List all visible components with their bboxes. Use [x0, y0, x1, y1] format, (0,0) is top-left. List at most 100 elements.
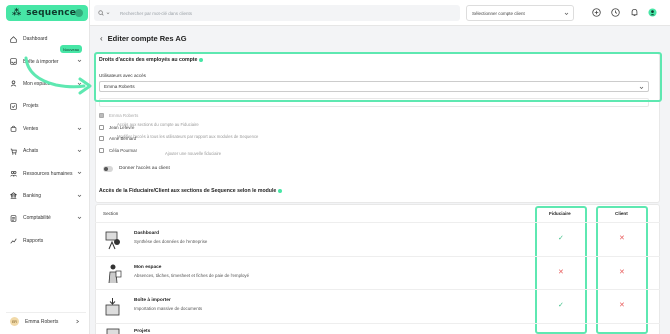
sidebar-item-banking[interactable]: Banking — [6, 185, 86, 207]
logo-badge-icon — [75, 9, 83, 17]
boite-illustration-icon — [105, 298, 120, 316]
sidebar: ⁂ sequence Dashboard Boîte à importer Mo… — [0, 0, 90, 334]
user-option[interactable]: Anne Bernard — [99, 133, 199, 145]
page-header: ‹ Editer compte Res AG — [100, 34, 187, 43]
users-dropdown: Emma Roberts Jean Lefevre Anne Bernard C… — [99, 110, 199, 160]
sidebar-item-ventes[interactable]: Ventes — [6, 118, 86, 140]
dashboard-illustration-icon — [105, 231, 120, 250]
main-content: ‹ Editer compte Res AG Droits d'accès de… — [90, 26, 670, 334]
users-icon — [10, 170, 17, 177]
checkbox[interactable] — [99, 148, 104, 154]
chevron-down-icon — [77, 82, 82, 85]
cross-icon[interactable]: ✕ — [619, 235, 625, 242]
user-name: Emma Roberts — [25, 318, 59, 325]
back-arrow-icon[interactable]: ‹ — [100, 34, 103, 43]
users-with-access-select[interactable]: Emma Roberts — [99, 81, 649, 92]
home-icon — [10, 35, 17, 43]
client-access-toggle[interactable] — [103, 166, 113, 172]
sidebar-item-achats[interactable]: Achats — [6, 140, 86, 162]
cross-icon[interactable]: ✕ — [558, 269, 564, 276]
add-circle-icon[interactable] — [592, 8, 601, 17]
table-row: Mon espace Absences, tâches, timesheet e… — [95, 255, 660, 290]
sidebar-item-label: Boîte à importer — [23, 58, 59, 65]
sidebar-item-label: Projets — [23, 103, 39, 110]
checkbox[interactable] — [99, 136, 104, 142]
check-icon[interactable]: ✓ — [558, 302, 564, 309]
logo-mark: ⁂ — [12, 8, 22, 18]
check-square-icon — [10, 103, 17, 110]
row-subtitle: Absences, tâches, timesheet et fiches de… — [134, 272, 250, 278]
row-title: Projets — [134, 328, 151, 334]
clock-icon[interactable] — [611, 8, 620, 17]
sidebar-item-label: Ventes — [23, 125, 39, 132]
chevron-right-icon — [76, 319, 80, 324]
chevron-down-icon — [77, 194, 82, 197]
sidebar-item-boite-a-importer[interactable]: Boîte à importer — [6, 50, 86, 72]
chevron-down-icon — [77, 127, 82, 130]
client-account-select[interactable]: Sélectionner compte client — [466, 5, 574, 21]
table-row: Boîte à importer Importation massive de … — [95, 289, 660, 323]
users-select-value: Emma Roberts — [104, 84, 135, 89]
row-title: Boîte à importer — [134, 298, 171, 304]
row-title: Dashboard — [134, 231, 160, 236]
user-option-label: Anne Bernard — [109, 136, 137, 142]
access-rights-title-text: Droits d'accès des employés au compte — [99, 57, 198, 63]
sidebar-item-label: Achats — [23, 148, 39, 155]
inbox-icon — [10, 58, 17, 65]
help-icon[interactable] — [278, 189, 283, 193]
chevron-down-icon — [77, 216, 82, 220]
chart-icon — [10, 237, 17, 244]
sidebar-item-comptabilite[interactable]: Comptabilité — [6, 207, 86, 229]
client-select-value: Sélectionner compte client — [472, 10, 525, 16]
cross-icon[interactable]: ✕ — [619, 269, 625, 276]
profile-icon[interactable] — [648, 8, 657, 17]
checkbox[interactable] — [99, 124, 104, 130]
sidebar-item-label: Rapports — [23, 237, 44, 244]
access-rights-title: Droits d'accès des employés au compte — [99, 57, 204, 63]
cart-icon — [10, 148, 17, 155]
avatar: ER — [10, 317, 19, 326]
chevron-down-icon — [77, 149, 82, 152]
sidebar-item-ressources-humaines[interactable]: Ressources humaines — [6, 162, 86, 184]
row-subtitle: Synthèse des données de l'entreprise — [134, 239, 208, 244]
checkbox[interactable] — [99, 113, 104, 119]
user-option[interactable]: Célia Pourmar — [99, 145, 199, 157]
sidebar-item-mon-espace[interactable]: Mon espace — [6, 73, 86, 95]
module-access-title-text: Accès de la Fiduciaire/Client aux sectio… — [99, 188, 277, 194]
chevron-down-icon — [77, 172, 82, 175]
bell-icon[interactable] — [630, 8, 639, 17]
search-icon — [98, 10, 104, 16]
user-option-label: Jean Lefevre — [109, 124, 135, 130]
help-icon[interactable] — [199, 58, 204, 62]
chevron-down-icon — [564, 12, 569, 15]
sidebar-item-rapports[interactable]: Rapports — [6, 230, 86, 252]
sidebar-item-label: Mon espace — [23, 80, 51, 87]
sidebar-item-projets[interactable]: Projets — [6, 95, 86, 117]
table-row: Projets — [95, 322, 660, 334]
search-users-field[interactable] — [99, 98, 649, 107]
user-option-label: Emma Roberts — [109, 113, 139, 119]
user-option[interactable]: Emma Roberts — [99, 110, 199, 122]
user-option-label: Célia Pourmar — [109, 148, 138, 154]
sidebar-item-label: Ressources humaines — [23, 170, 73, 177]
module-access-title: Accès de la Fiduciaire/Client aux sectio… — [99, 188, 283, 194]
new-badge: Nouveau — [60, 45, 83, 53]
sidebar-user[interactable]: ER Emma Roberts — [6, 312, 86, 328]
row-title: Mon espace — [134, 264, 162, 270]
user-icon — [10, 80, 17, 88]
search-input[interactable]: Rechercher par mot-clé dans clients — [94, 5, 460, 21]
check-icon[interactable]: ✓ — [558, 235, 564, 242]
bank-icon — [10, 192, 17, 200]
sidebar-item-label: Comptabilité — [23, 215, 51, 222]
sidebar-item-label: Banking — [23, 192, 42, 199]
chevron-down-icon — [639, 86, 644, 89]
user-option[interactable]: Jean Lefevre — [99, 122, 199, 134]
sidebar-nav: Dashboard Boîte à importer Mon espace Pr… — [6, 28, 86, 252]
logo[interactable]: ⁂ sequence — [6, 5, 88, 21]
page-title: Editer compte Res AG — [107, 34, 187, 43]
client-access-toggle-row: Donner l'accès au client — [103, 166, 170, 172]
ledger-icon — [10, 215, 17, 222]
topbar: Rechercher par mot-clé dans clients Séle… — [90, 0, 670, 26]
projets-illustration-icon — [106, 328, 120, 334]
cross-icon[interactable]: ✕ — [619, 302, 625, 309]
